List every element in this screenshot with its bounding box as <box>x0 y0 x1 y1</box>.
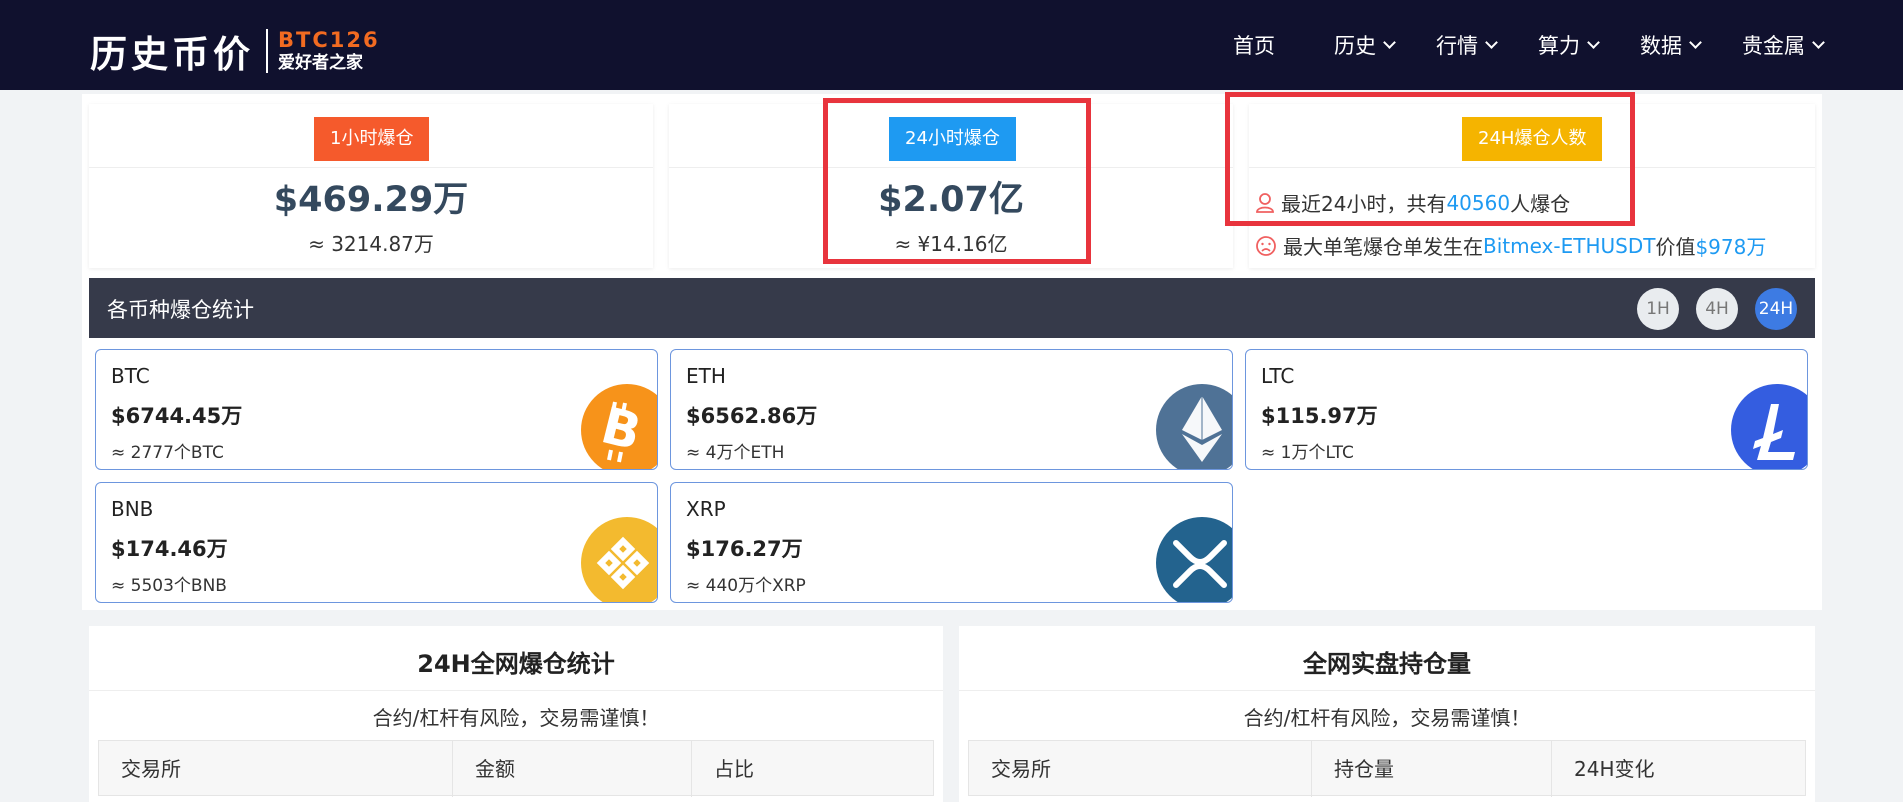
liquidation-1h-usd: $469.29万 <box>273 180 469 220</box>
panel-24h-liquidation-stats: 24H全网爆仓统计 合约/杠杆有风险，交易需谨慎！ 交易所 金额 占比 <box>89 626 943 802</box>
logo-english-text: BTC126 <box>278 28 380 52</box>
time-button-1h[interactable]: 1H <box>1637 288 1679 330</box>
largest-exchange-link[interactable]: Bitmex-ETHUSDT <box>1483 234 1655 258</box>
coin-card-btc[interactable]: BTC $6744.45万 ≈ 2777个BTC B <box>95 349 658 470</box>
coin-stats-title: 各币种爆仓统计 <box>107 298 254 322</box>
table-header: 交易所 金额 占比 <box>98 740 935 797</box>
logo-subtitle: 爱好者之家 <box>278 53 363 73</box>
largest-liquidation-line: 最大单笔爆仓单发生在 Bitmex-ETHUSDT 价值 $978万 <box>1255 231 1766 260</box>
chevron-down-icon <box>1812 35 1825 49</box>
site-logo[interactable]: 历史币价 BTC126 爱好者之家 <box>90 24 380 78</box>
svg-text:B: B <box>596 396 647 462</box>
largest-value: $978万 <box>1695 235 1767 259</box>
bnb-icon <box>581 517 657 602</box>
nav-hashrate[interactable]: 算力 <box>1538 30 1600 60</box>
ethereum-icon <box>1156 384 1232 469</box>
card-1h-liquidation: 1小时爆仓 $469.29万 ≈ 3214.87万 <box>89 104 653 268</box>
highlight-box-24h <box>823 98 1091 264</box>
chevron-down-icon <box>1587 35 1600 49</box>
nav-market[interactable]: 行情 <box>1436 30 1498 60</box>
litecoin-icon <box>1731 384 1807 469</box>
liquidation-1h-approx: ≈ 3214.87万 <box>308 232 434 256</box>
highlight-box-people <box>1225 92 1635 226</box>
logo-divider <box>266 29 268 73</box>
risk-note: 合约/杠杆有风险，交易需谨慎！ <box>1243 706 1531 730</box>
column-header-share[interactable]: 占比 <box>692 741 935 797</box>
column-header-open-interest[interactable]: 持仓量 <box>1312 741 1552 797</box>
coin-card-xrp[interactable]: XRP $176.27万 ≈ 440万个XRP <box>670 482 1233 603</box>
coin-card-eth[interactable]: ETH $6562.86万 ≈ 4万个ETH <box>670 349 1233 470</box>
chevron-down-icon <box>1485 35 1498 49</box>
coin-card-bnb[interactable]: BNB $174.46万 ≈ 5503个BNB <box>95 482 658 603</box>
column-header-exchange[interactable]: 交易所 <box>99 741 453 797</box>
coin-stats-header: 各币种爆仓统计 1H 4H 24H <box>89 278 1815 338</box>
top-navbar: 历史币价 BTC126 爱好者之家 首页 历史 行情 算力 数据 贵金属 <box>0 0 1903 90</box>
xrp-icon <box>1156 517 1232 602</box>
coin-card-ltc[interactable]: LTC $115.97万 ≈ 1万个LTC <box>1245 349 1808 470</box>
badge-1h: 1小时爆仓 <box>314 117 430 161</box>
column-header-24h-change[interactable]: 24H变化 <box>1552 741 1807 797</box>
time-button-4h[interactable]: 4H <box>1696 288 1738 330</box>
panel-open-interest: 全网实盘持仓量 合约/杠杆有风险，交易需谨慎！ 交易所 持仓量 24H变化 <box>959 626 1815 802</box>
time-button-24h[interactable]: 24H <box>1755 288 1797 330</box>
column-header-amount[interactable]: 金额 <box>453 741 692 797</box>
chevron-down-icon <box>1689 35 1702 49</box>
nav-precious-metals[interactable]: 贵金属 <box>1742 30 1825 60</box>
table-header: 交易所 持仓量 24H变化 <box>968 740 1807 797</box>
nav-history[interactable]: 历史 <box>1334 30 1396 60</box>
bitcoin-icon: B <box>581 384 657 469</box>
risk-note: 合约/杠杆有风险，交易需谨慎！ <box>372 706 660 730</box>
panel-title: 全网实盘持仓量 <box>1303 650 1471 678</box>
chevron-down-icon <box>1383 35 1396 49</box>
column-header-exchange[interactable]: 交易所 <box>969 741 1312 797</box>
logo-chinese-text: 历史币价 <box>90 32 254 76</box>
nav-data[interactable]: 数据 <box>1640 30 1702 60</box>
sad-face-icon <box>1256 235 1276 256</box>
nav-home[interactable]: 首页 <box>1233 30 1275 60</box>
panel-title: 24H全网爆仓统计 <box>417 650 615 678</box>
